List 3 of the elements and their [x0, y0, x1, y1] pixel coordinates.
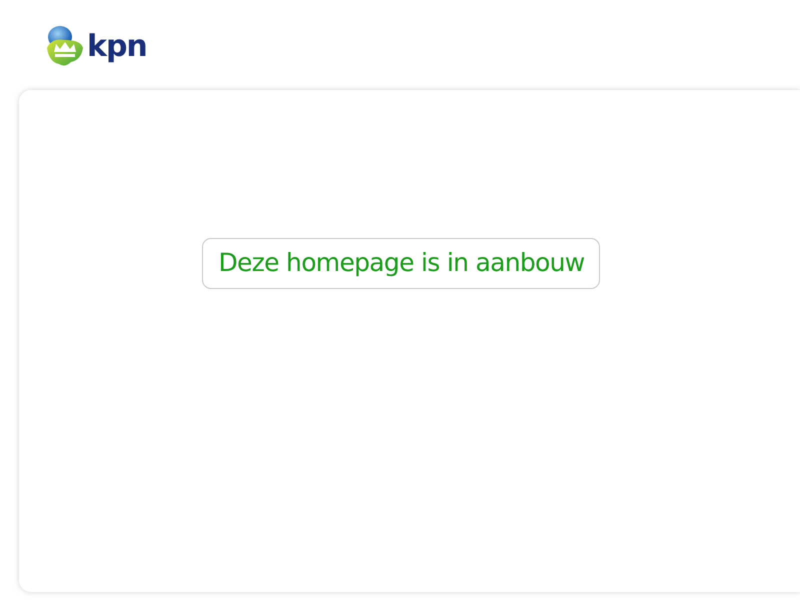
crown-logo-icon: [45, 24, 85, 68]
status-message: Deze homepage is in aanbouw: [202, 238, 600, 289]
logo-text: kpn: [87, 32, 147, 62]
